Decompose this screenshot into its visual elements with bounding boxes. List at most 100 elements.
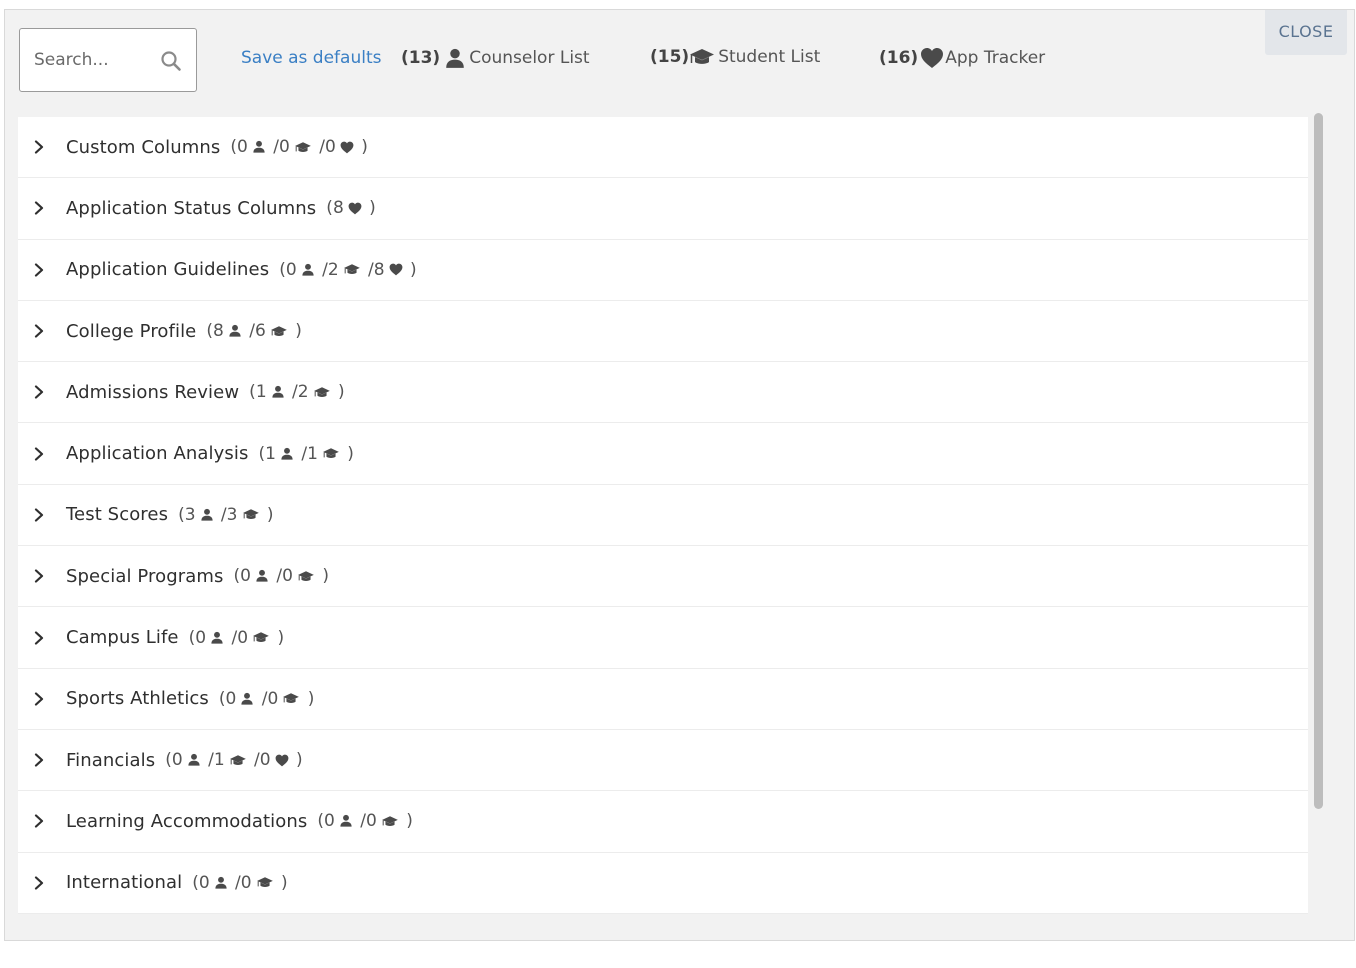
person-icon <box>241 692 253 705</box>
separator: / <box>295 443 308 464</box>
section-title: Financials <box>66 749 156 771</box>
separator: / <box>267 137 280 158</box>
count-value: 8 <box>213 321 224 342</box>
chevron-right-icon[interactable] <box>32 385 46 399</box>
section-row[interactable]: Financials (0 /1 /0 ) <box>18 730 1308 792</box>
student-list-count: (15) <box>650 47 690 67</box>
section-counts: (0 /2 /8 ) <box>279 260 416 280</box>
count-value: 0 <box>324 137 336 158</box>
close-paren: ) <box>341 443 354 464</box>
chevron-right-icon[interactable] <box>32 508 46 522</box>
chevron-right-icon[interactable] <box>32 324 46 338</box>
search-box[interactable] <box>19 28 197 92</box>
chevron-right-icon[interactable] <box>32 876 46 890</box>
section-row[interactable]: College Profile (8 /6 ) <box>18 301 1308 363</box>
graduation-cap-icon <box>298 571 314 581</box>
graduation-cap-icon <box>313 387 330 397</box>
open-paren: ( <box>165 750 172 771</box>
section-row[interactable]: Learning Accommodations(0 /0 ) <box>18 791 1308 853</box>
save-as-defaults-link[interactable]: Save as defaults <box>241 48 381 68</box>
separator: / <box>202 750 214 771</box>
scrollbar[interactable] <box>1311 111 1325 917</box>
count-value: 0 <box>240 566 251 587</box>
close-button[interactable]: CLOSE <box>1265 10 1347 55</box>
section-row[interactable]: International(0 /0 ) <box>18 853 1308 914</box>
section-title: Custom Columns <box>66 136 221 158</box>
section-row[interactable]: Application Status Columns (8 ) <box>18 178 1308 240</box>
section-row[interactable]: Sports Athletics(0 /0 ) <box>18 669 1308 730</box>
chevron-right-icon[interactable] <box>32 263 46 277</box>
count-value: 0 <box>267 688 279 709</box>
chevron-right-icon[interactable] <box>32 814 46 829</box>
close-paren: ) <box>302 688 315 709</box>
heart-icon <box>275 754 289 766</box>
count-value: 0 <box>282 566 293 587</box>
counselor-list-link[interactable]: (13) Counselor List <box>401 47 590 69</box>
section-counts: (1 /2 ) <box>249 382 344 402</box>
section-row[interactable]: Test Scores(3 /3 ) <box>18 485 1308 547</box>
separator: / <box>313 137 325 158</box>
open-paren: ( <box>192 872 199 893</box>
section-row[interactable]: Campus Life(0 /0 ) <box>18 607 1308 669</box>
person-icon <box>281 447 293 460</box>
chevron-right-icon[interactable] <box>32 753 46 767</box>
app-tracker-link[interactable]: (16) App Tracker <box>879 47 1045 69</box>
student-list-link[interactable]: (15) Student List <box>650 47 820 67</box>
section-row[interactable]: Application Guidelines(0 /2 /8 ) <box>18 240 1308 301</box>
count-value: 1 <box>307 443 318 464</box>
scrollbar-thumb[interactable] <box>1314 113 1323 809</box>
separator: / <box>243 321 255 342</box>
person-icon <box>200 508 213 521</box>
open-paren: ( <box>206 321 213 342</box>
graduation-cap-icon <box>295 141 311 152</box>
graduation-cap-icon <box>242 509 259 520</box>
counselor-list-count: (13) <box>401 48 441 68</box>
chevron-right-icon[interactable] <box>32 630 46 645</box>
heart-icon <box>340 141 354 153</box>
chevron-right-icon[interactable] <box>32 140 46 154</box>
person-icon <box>215 876 227 889</box>
section-counts: (8 /6 ) <box>206 321 301 341</box>
close-paren: ) <box>355 137 368 158</box>
section-title: Application Status Columns <box>66 197 317 219</box>
search-icon[interactable] <box>160 50 182 72</box>
section-row[interactable]: Special Programs (0 /0 ) <box>18 546 1308 608</box>
chevron-right-icon[interactable] <box>32 447 46 461</box>
close-paren: ) <box>290 750 303 771</box>
person-icon <box>340 815 352 828</box>
person-icon <box>188 754 200 766</box>
section-row[interactable]: Admissions Review (1 /2 ) <box>18 362 1308 424</box>
search-input[interactable] <box>34 48 144 72</box>
separator: / <box>270 566 283 587</box>
section-row[interactable]: Custom Columns(0 /0 /0 ) <box>18 117 1308 179</box>
graduation-cap-icon <box>382 816 398 826</box>
counselor-list-label: Counselor List <box>469 48 590 68</box>
count-value: 6 <box>254 321 266 342</box>
person-icon <box>253 141 265 153</box>
section-counts: (8 ) <box>326 198 376 218</box>
chevron-right-icon[interactable] <box>32 201 46 216</box>
chevron-right-icon[interactable] <box>32 569 46 583</box>
person-icon <box>256 570 268 582</box>
close-paren: ) <box>400 811 413 832</box>
section-title: Application Analysis <box>66 443 249 465</box>
section-row[interactable]: Application Analysis(1 /1 ) <box>18 423 1308 485</box>
count-value: 0 <box>237 627 249 648</box>
count-value: 8 <box>373 259 385 280</box>
section-title: Special Programs <box>66 565 224 587</box>
student-list-label: Student List <box>718 47 821 67</box>
section-title: Test Scores <box>66 504 169 526</box>
section-counts: (0 /1 /0 ) <box>165 750 302 770</box>
section-counts: (0 /0 ) <box>234 566 329 586</box>
count-value: 1 <box>255 382 267 403</box>
person-icon <box>211 631 223 644</box>
chevron-right-icon[interactable] <box>32 692 46 706</box>
open-paren: ( <box>230 137 238 158</box>
column-sections-list: Custom Columns(0 /0 /0 ) Application Stat… <box>18 117 1308 914</box>
section-counts: (0 /0 ) <box>317 811 412 831</box>
close-paren: ) <box>404 259 417 280</box>
graduation-cap-icon <box>343 264 360 275</box>
count-value: 0 <box>365 811 377 832</box>
count-value: 0 <box>198 872 210 893</box>
section-counts: (0 /0 ) <box>189 628 284 648</box>
